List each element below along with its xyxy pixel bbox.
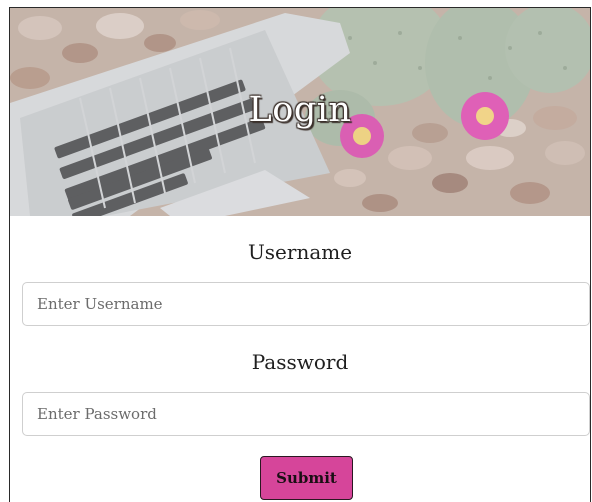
hero-banner: Login — [10, 8, 590, 216]
password-input[interactable] — [22, 392, 590, 436]
username-label: Username — [247, 240, 353, 264]
password-label: Password — [251, 350, 349, 374]
submit-button[interactable]: Submit — [260, 456, 353, 500]
page-title: Login — [248, 90, 352, 130]
username-input[interactable] — [22, 282, 590, 326]
login-form: Username Password Submit — [10, 216, 590, 502]
login-card: Login Username Password Submit — [9, 7, 591, 502]
